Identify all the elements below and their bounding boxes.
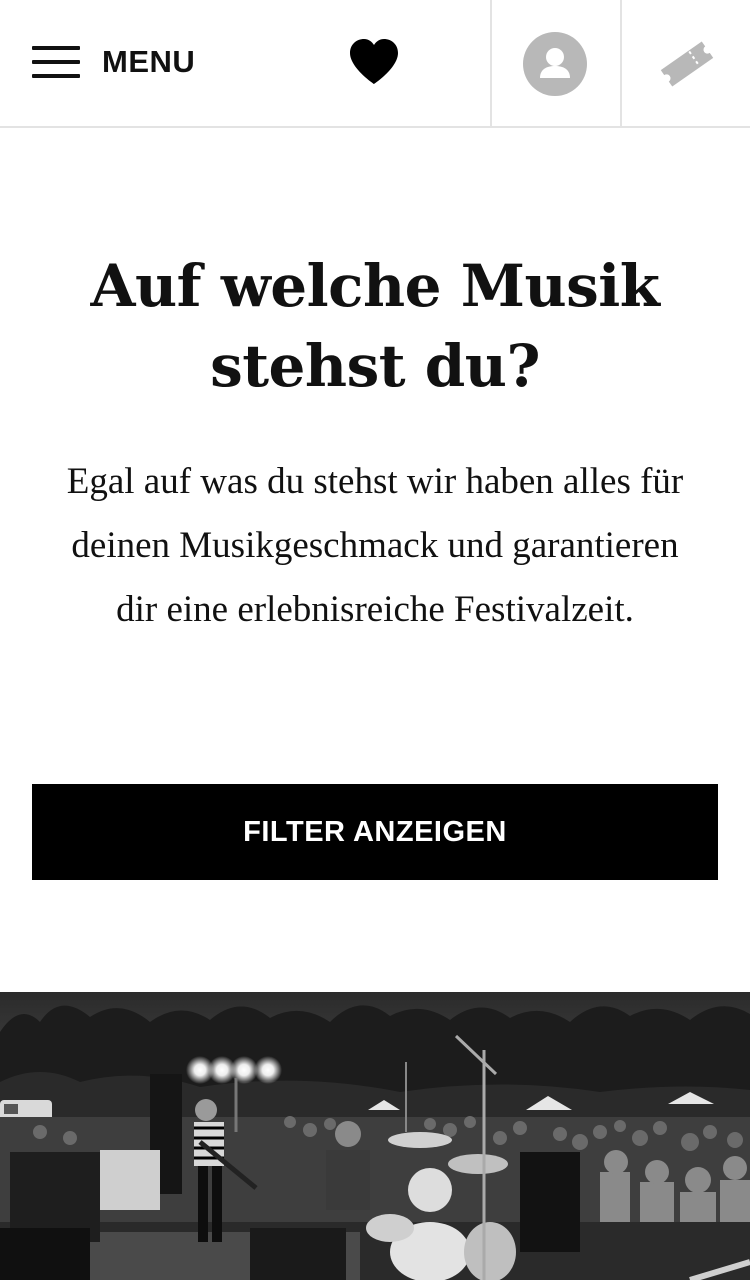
top-navigation-bar: MENU xyxy=(0,0,750,128)
ticket-icon[interactable] xyxy=(656,36,718,92)
page-headline: Auf welche Musik stehst du? xyxy=(90,252,661,400)
header-divider xyxy=(490,0,492,126)
concert-photo xyxy=(0,992,750,1280)
user-avatar-icon[interactable] xyxy=(523,32,587,96)
intro-text: Egal auf was du stehst wir haben alles f… xyxy=(66,461,684,630)
show-filter-button[interactable]: FILTER ANZEIGEN xyxy=(32,784,718,880)
header-divider xyxy=(620,0,622,126)
hamburger-menu-icon xyxy=(32,43,80,81)
menu-button[interactable]: MENU xyxy=(32,40,195,84)
heart-icon[interactable] xyxy=(348,38,400,86)
menu-label: MENU xyxy=(102,44,196,79)
